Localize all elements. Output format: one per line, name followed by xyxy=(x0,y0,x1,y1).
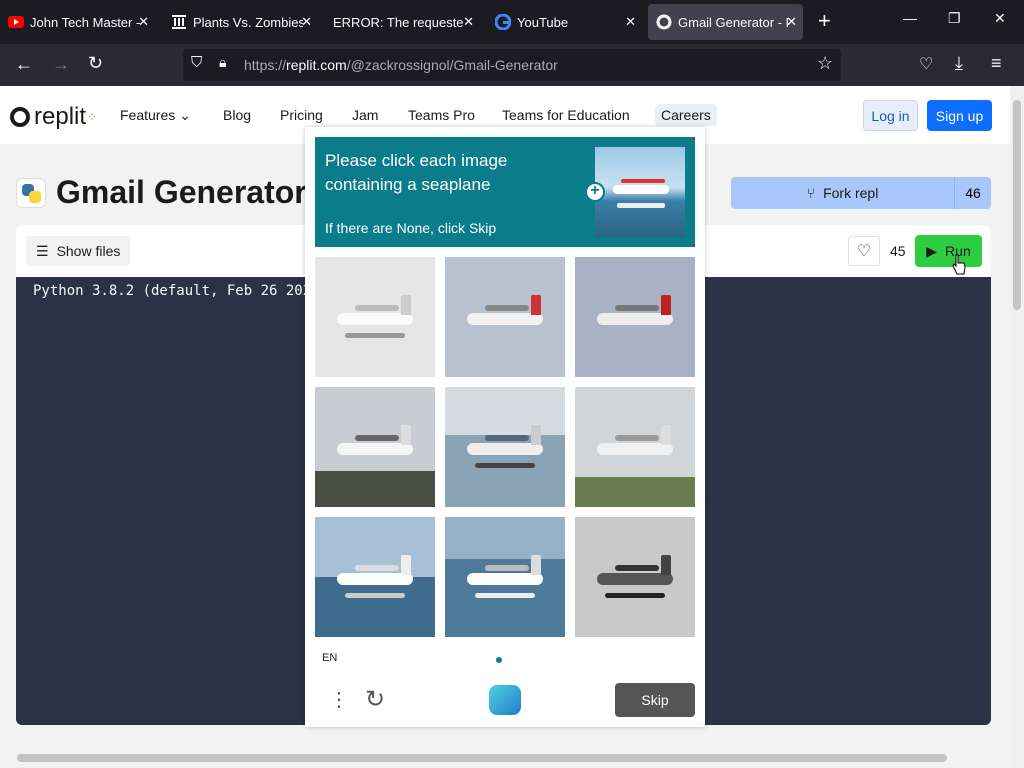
vertical-scrollbar[interactable] xyxy=(1010,86,1024,768)
horizontal-scrollbar[interactable] xyxy=(17,754,947,762)
fork-icon: ⑂ xyxy=(806,185,816,201)
files-icon: ☰ xyxy=(36,242,49,259)
nav-pricing[interactable]: Pricing xyxy=(280,107,323,123)
fork-repl-button[interactable]: ⑂ Fork repl xyxy=(731,177,954,209)
show-files-button[interactable]: ☰ Show files xyxy=(26,236,131,266)
close-window-icon[interactable]: ✕ xyxy=(994,10,1006,27)
reload-icon[interactable]: ↻ xyxy=(88,53,103,74)
minimize-icon[interactable]: — xyxy=(903,10,917,26)
close-tab-icon[interactable]: ✕ xyxy=(463,14,474,30)
like-button[interactable]: ♡ xyxy=(848,236,880,266)
challenge-tile[interactable] xyxy=(315,517,435,637)
restore-icon[interactable]: ❐ xyxy=(948,10,961,27)
refresh-challenge-icon[interactable]: ↻ xyxy=(365,685,385,714)
fork-group: ⑂ Fork repl 46 xyxy=(731,177,991,209)
forward-arrow-icon[interactable]: → xyxy=(52,54,70,75)
google-icon xyxy=(495,14,511,30)
nav-blog[interactable]: Blog xyxy=(223,107,251,123)
page-indicator xyxy=(496,657,502,663)
more-options-icon[interactable]: ⋮ xyxy=(329,687,349,712)
login-button[interactable]: Log in xyxy=(863,100,918,131)
python-icon xyxy=(16,177,46,208)
challenge-tile[interactable] xyxy=(315,387,435,507)
example-seaplane-image xyxy=(595,147,685,237)
hand-cursor-icon xyxy=(952,254,966,275)
challenge-tile[interactable] xyxy=(445,517,565,637)
nav-teams-pro[interactable]: Teams Pro xyxy=(408,107,475,123)
challenge-tile[interactable] xyxy=(445,257,565,377)
url-text[interactable]: https://replit.com/@zackrossignol/Gmail-… xyxy=(244,57,558,73)
challenge-prompt: Please click each image containing a sea… xyxy=(315,137,695,247)
fork-count: 46 xyxy=(954,177,991,209)
repl-title-row: Gmail Generator xyxy=(16,174,307,211)
nav-features[interactable]: Features ⌄ xyxy=(120,107,191,124)
logo-dots-icon: ⁘ xyxy=(87,110,98,124)
close-tab-icon[interactable]: ✕ xyxy=(625,14,636,30)
replit-icon xyxy=(656,14,672,30)
like-count: 45 xyxy=(890,243,906,259)
play-icon: ▶ xyxy=(926,242,938,259)
plus-icon[interactable]: + xyxy=(585,182,605,202)
close-tab-icon[interactable]: ✕ xyxy=(301,14,312,30)
nav-jam[interactable]: Jam xyxy=(352,107,378,123)
signup-button[interactable]: Sign up xyxy=(927,100,992,131)
nav-careers[interactable]: Careers xyxy=(655,104,717,126)
repl-title: Gmail Generator xyxy=(56,174,307,210)
menu-icon[interactable]: ≡ xyxy=(991,53,1002,74)
download-icon[interactable]: ⤓ xyxy=(955,53,963,74)
browser-nav-bar: ← → ↻ ⛉ 🔒︎ https://replit.com/@zackrossi… xyxy=(0,44,1024,86)
tab-youtube[interactable]: YouTube ✕ xyxy=(487,0,642,44)
tab-error[interactable]: ERROR: The requested U ✕ xyxy=(325,0,480,44)
bookmark-star-icon[interactable]: ☆ xyxy=(817,53,833,74)
chevron-down-icon: ⌄ xyxy=(179,107,191,123)
youtube-icon xyxy=(8,14,24,30)
challenge-tile[interactable] xyxy=(445,387,565,507)
challenge-tile[interactable] xyxy=(575,257,695,377)
hcaptcha-challenge: Please click each image containing a sea… xyxy=(305,127,705,727)
close-tab-icon[interactable]: ✕ xyxy=(138,14,149,30)
tab-gmail-generator[interactable]: Gmail Generator - R ✕ xyxy=(648,4,803,40)
language-selector[interactable]: EN xyxy=(322,652,337,664)
prompt-text: Please click each image containing a sea… xyxy=(325,151,508,194)
replit-logo-mark xyxy=(10,107,30,127)
lock-icon[interactable]: 🔒︎ xyxy=(219,54,226,71)
back-arrow-icon[interactable]: ← xyxy=(15,54,33,75)
skip-button[interactable]: Skip xyxy=(615,683,695,717)
nav-teams-education[interactable]: Teams for Education xyxy=(502,107,630,123)
pocket-icon[interactable]: ♡ xyxy=(919,54,933,74)
archive-icon xyxy=(171,14,187,30)
challenge-tile[interactable] xyxy=(575,387,695,507)
new-tab-icon[interactable]: + xyxy=(818,8,831,34)
replit-logo[interactable]: replit ⁘ xyxy=(10,103,97,131)
console-text: Python 3.8.2 (default, Feb 26 2020 xyxy=(33,283,320,299)
tab-plants-vs-zombies[interactable]: Plants Vs. Zombies ✕ xyxy=(163,0,318,44)
prompt-subtext: If there are None, click Skip xyxy=(325,220,497,236)
scrollbar-thumb[interactable] xyxy=(1013,100,1021,310)
browser-tab-bar: John Tech Master - ✕ Plants Vs. Zombies … xyxy=(0,0,1024,44)
run-button[interactable]: ▶ Run xyxy=(915,235,982,267)
challenge-tile[interactable] xyxy=(575,517,695,637)
shield-icon[interactable]: ⛉ xyxy=(191,54,202,71)
hcaptcha-logo-icon[interactable] xyxy=(489,685,521,715)
challenge-tile[interactable] xyxy=(315,257,435,377)
close-tab-icon[interactable]: ✕ xyxy=(786,14,797,30)
heart-icon: ♡ xyxy=(856,243,872,260)
address-bar[interactable]: ⛉ 🔒︎ https://replit.com/@zackrossignol/G… xyxy=(183,49,841,81)
tab-john-tech-master[interactable]: John Tech Master - ✕ xyxy=(0,0,155,44)
